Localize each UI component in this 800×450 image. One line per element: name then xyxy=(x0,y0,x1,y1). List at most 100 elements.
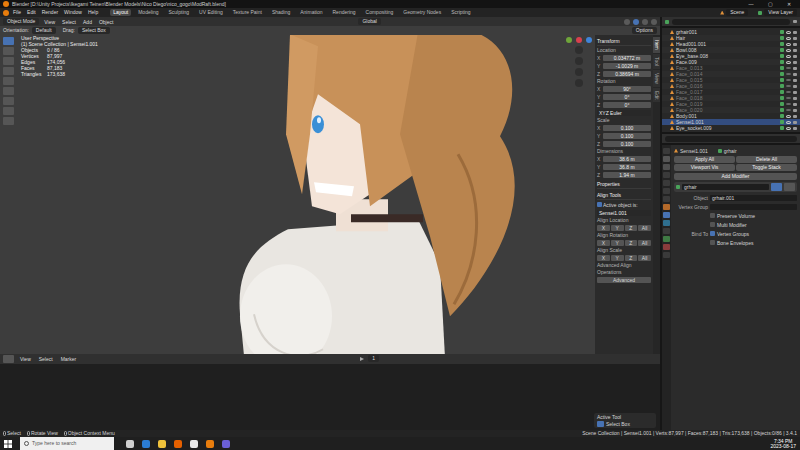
tool-icon[interactable] xyxy=(3,117,14,125)
viewport-canvas[interactable]: User Perspective(1) Scene Collection | S… xyxy=(18,35,595,354)
axis-button[interactable]: X xyxy=(597,255,610,261)
window-control-button[interactable]: — xyxy=(743,0,759,8)
menu-item[interactable]: Window xyxy=(62,8,84,17)
menu-item[interactable]: Help xyxy=(86,8,100,17)
file-explorer-icon[interactable] xyxy=(158,440,166,448)
axis-button[interactable]: X xyxy=(597,225,610,231)
firefox-icon[interactable] xyxy=(174,440,182,448)
tool-icon[interactable] xyxy=(3,107,14,115)
axis-button[interactable]: Y xyxy=(611,240,624,246)
timeline[interactable]: Active ToolSelect Box xyxy=(0,364,660,431)
number-field[interactable]: 0.38694 m xyxy=(603,71,651,77)
render-camera-icon[interactable] xyxy=(793,91,797,94)
checkbox[interactable] xyxy=(710,213,715,218)
visibility-eye-icon[interactable] xyxy=(786,85,791,87)
y-axis-icon[interactable] xyxy=(566,37,572,43)
outliner-row[interactable]: Face_0.016 xyxy=(662,83,800,89)
visibility-eye-icon[interactable] xyxy=(786,43,791,46)
render-camera-icon[interactable] xyxy=(793,73,797,76)
scene-selector[interactable]: Scene xyxy=(726,9,748,16)
outliner-row[interactable]: Face_0.018 xyxy=(662,95,800,101)
properties-tab-icon[interactable] xyxy=(663,164,670,170)
tool-button[interactable]: Apply All xyxy=(674,156,735,163)
render-camera-icon[interactable] xyxy=(793,127,797,130)
properties-tab-icon[interactable] xyxy=(663,220,670,226)
properties-tab-icon[interactable] xyxy=(663,228,670,234)
zoom-icon[interactable] xyxy=(575,46,583,54)
number-field[interactable]: -1.0029 m xyxy=(603,63,651,69)
task-view-icon[interactable] xyxy=(126,440,134,448)
properties-tab-icon[interactable] xyxy=(663,172,670,178)
workspace-tab[interactable]: UV Editing xyxy=(196,9,226,16)
sidebar-tab[interactable]: View xyxy=(653,70,660,87)
properties-tab-icon[interactable] xyxy=(663,180,670,186)
object-name[interactable]: Face_0.014 xyxy=(676,71,778,77)
render-camera-icon[interactable] xyxy=(793,37,797,40)
number-field[interactable]: 0.034772 m xyxy=(603,55,651,61)
options-dropdown[interactable]: Options xyxy=(632,27,657,34)
grid-icon[interactable] xyxy=(575,79,583,87)
shading-mode-icon[interactable] xyxy=(642,19,648,25)
properties-tab-icon[interactable] xyxy=(663,236,670,242)
workspace-tab[interactable]: Shading xyxy=(269,9,293,16)
tool-icon[interactable] xyxy=(3,97,14,105)
dropdown[interactable]: XYZ Euler xyxy=(597,110,651,116)
menu-item[interactable]: Edit xyxy=(25,8,38,17)
number-field[interactable]: 0° xyxy=(603,102,651,108)
visibility-eye-icon[interactable] xyxy=(786,61,791,64)
window-control-button[interactable]: ✕ xyxy=(781,0,797,8)
shading-mode-icon[interactable] xyxy=(651,19,657,25)
mode-dropdown[interactable]: Object Mode xyxy=(3,18,39,25)
number-field[interactable]: 0° xyxy=(603,94,651,100)
tool-icon[interactable] xyxy=(3,37,14,45)
tool-icon[interactable] xyxy=(3,57,14,65)
timeline-menu[interactable]: View xyxy=(18,356,33,362)
visibility-eye-icon[interactable] xyxy=(786,103,791,105)
outliner-search[interactable] xyxy=(672,19,790,25)
tool-icon[interactable] xyxy=(3,67,14,75)
visibility-eye-icon[interactable] xyxy=(786,31,791,34)
visibility-eye-icon[interactable] xyxy=(786,55,791,58)
sidebar-tab[interactable]: Edit xyxy=(653,88,660,103)
number-field[interactable]: 1.94 m xyxy=(603,172,651,178)
workspace-tab[interactable]: Texture Paint xyxy=(230,9,265,16)
camera-icon[interactable] xyxy=(575,68,583,76)
axis-button[interactable]: Z xyxy=(625,255,638,261)
axis-button[interactable]: All xyxy=(638,240,651,246)
object-name[interactable]: Face_0.015 xyxy=(676,77,778,83)
tool-icon[interactable] xyxy=(3,47,14,55)
modifier-name-field[interactable]: grhair xyxy=(682,184,769,190)
properties-tab-icon[interactable] xyxy=(663,188,670,194)
outliner-row[interactable]: Face_0.020 xyxy=(662,107,800,113)
viewport-menu[interactable]: View xyxy=(42,19,57,25)
axis-button[interactable]: Z xyxy=(625,225,638,231)
render-camera-icon[interactable] xyxy=(793,67,797,70)
outliner-row[interactable]: Hair xyxy=(662,35,800,41)
object-name[interactable]: Face_0.016 xyxy=(676,83,778,89)
number-field[interactable]: 90° xyxy=(603,86,651,92)
properties-tab-icon[interactable] xyxy=(663,156,670,162)
number-field[interactable]: 0.100 xyxy=(603,141,651,147)
properties-tab-icon[interactable] xyxy=(663,204,670,210)
viewport-menu[interactable]: Object xyxy=(97,19,115,25)
sidebar-tab[interactable]: Tool xyxy=(653,54,660,69)
number-field[interactable]: 36.8 m xyxy=(603,164,651,170)
edge-icon[interactable] xyxy=(142,440,150,448)
edit-mode-toggle-icon[interactable] xyxy=(771,183,782,191)
render-camera-icon[interactable] xyxy=(793,115,797,118)
display-mode-icon[interactable] xyxy=(665,20,669,24)
x-axis-icon[interactable] xyxy=(576,37,582,43)
number-field[interactable]: 38.6 m xyxy=(603,156,651,162)
menu-item[interactable]: Render xyxy=(40,8,60,17)
section-title[interactable]: Align Tools xyxy=(597,191,651,200)
checkbox[interactable] xyxy=(710,222,715,227)
tool-icon[interactable] xyxy=(3,77,14,85)
axis-button[interactable]: Y xyxy=(611,255,624,261)
play-icon[interactable] xyxy=(360,357,364,361)
viewport-menu[interactable]: Add xyxy=(81,19,94,25)
shading-mode-icon[interactable] xyxy=(624,19,630,25)
orientation-dropdown[interactable]: Default xyxy=(32,27,56,34)
section-title[interactable]: Transform xyxy=(597,37,651,46)
visibility-eye-icon[interactable] xyxy=(786,73,791,75)
object-name[interactable]: Body.001 xyxy=(676,113,778,119)
